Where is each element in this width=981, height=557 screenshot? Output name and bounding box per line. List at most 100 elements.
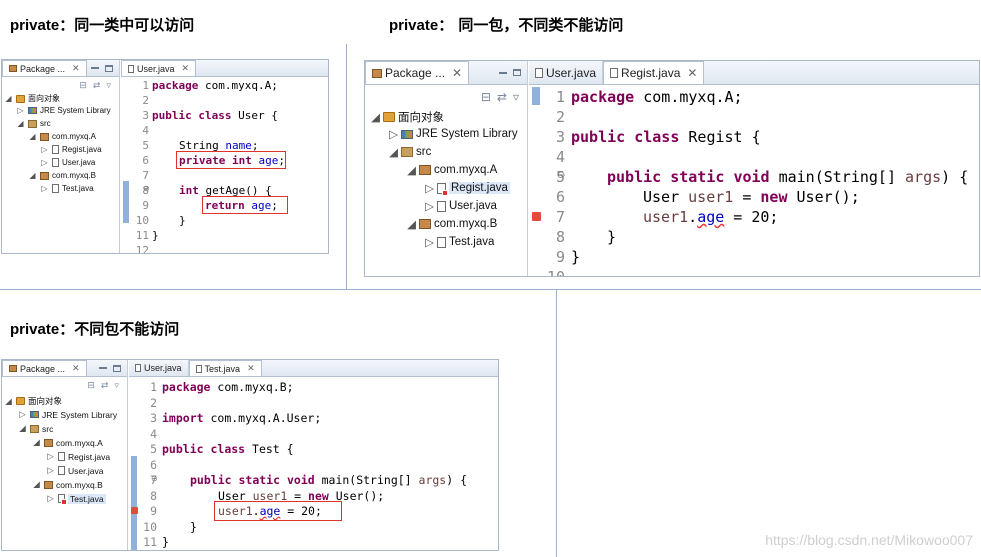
keyword: static [238, 473, 281, 487]
tree-library[interactable]: ▷ JRE System Library [16, 106, 110, 115]
link-editor-icon[interactable]: ⇄ [93, 81, 101, 91]
collapse-icon[interactable]: ▷ [18, 409, 27, 420]
expand-icon[interactable]: ◢ [18, 423, 27, 434]
tree-file-regist[interactable]: ▷ Regist.java [46, 451, 110, 462]
expand-icon[interactable]: ◢ [4, 94, 13, 103]
tab-user-java[interactable]: User.java ✕ [121, 60, 197, 76]
close-icon[interactable]: ✕ [182, 63, 190, 74]
expand-icon[interactable]: ◢ [28, 171, 37, 180]
tree-package-a[interactable]: ◢ com.myxq.A [407, 163, 497, 177]
tree-src[interactable]: ◢ src [18, 423, 53, 434]
tab-package-explorer[interactable]: Package ... ✕ [365, 61, 470, 84]
collapse-icon[interactable]: ▷ [40, 184, 49, 193]
expand-icon[interactable]: ◢ [28, 132, 37, 141]
line-number: 6 [142, 154, 149, 167]
tree-package-b[interactable]: ◢ com.myxq.B [32, 479, 103, 490]
close-icon[interactable]: ✕ [452, 66, 462, 80]
collapse-icon[interactable]: ▷ [46, 493, 55, 504]
close-icon[interactable]: ✕ [72, 363, 80, 374]
collapse-all-icon[interactable]: ⊟ [481, 90, 491, 104]
tree-src[interactable]: ◢ src [389, 145, 431, 159]
line-number: 4 [142, 124, 149, 137]
tree-library[interactable]: ▷ JRE System Library [18, 409, 117, 420]
fold-icon[interactable]: ⊖ [143, 184, 150, 193]
code-editor[interactable]: 1 2 3 4 5 6 7 8 9 10 ⊖ package com.myxq.… [529, 85, 979, 276]
view-menu-icon[interactable]: ▿ [106, 81, 111, 91]
tree-file-user[interactable]: ▷ User.java [46, 465, 103, 476]
tree-src[interactable]: ◢ src [16, 119, 50, 128]
collapse-icon[interactable]: ▷ [389, 127, 398, 141]
tree-file-test[interactable]: ▷ Test.java [40, 184, 94, 193]
tree-package-a[interactable]: ◢ com.myxq.A [32, 437, 103, 448]
expand-icon[interactable]: ◢ [32, 437, 41, 448]
collapse-icon[interactable]: ▷ [40, 145, 49, 154]
expand-icon[interactable]: ◢ [16, 119, 25, 128]
collapse-icon[interactable]: ▷ [425, 235, 434, 249]
tree-file-user[interactable]: ▷ User.java [425, 199, 497, 213]
project-icon [16, 94, 25, 103]
tree-file-test[interactable]: ▷ Test.java [425, 235, 494, 249]
expand-icon[interactable]: ◢ [407, 163, 416, 177]
tree-file-regist[interactable]: ▷ Regist.java [425, 181, 510, 196]
minimize-icon[interactable] [99, 367, 107, 369]
collapse-icon[interactable]: ▷ [40, 158, 49, 167]
line-number: 2 [150, 395, 157, 410]
code-text: User(); [787, 188, 860, 206]
tab-package-explorer[interactable]: Package ... ✕ [2, 360, 87, 376]
minimize-icon[interactable] [499, 71, 507, 74]
tab-regist-java[interactable]: Regist.java ✕ [603, 61, 705, 84]
keyword: class [198, 109, 232, 122]
tree-file-regist[interactable]: ▷ Regist.java [40, 145, 102, 154]
code-editor[interactable]: 1 2 3 4 5 6 7 8 9 10 11 12 ⊖ package com… [121, 77, 328, 253]
tree-file-user[interactable]: ▷ User.java [40, 158, 95, 167]
collapse-icon[interactable]: ▷ [46, 465, 55, 476]
maximize-icon[interactable] [105, 64, 113, 72]
tree-package-b[interactable]: ◢ com.myxq.B [407, 217, 497, 231]
collapse-icon[interactable]: ▷ [425, 199, 434, 213]
collapse-all-icon[interactable]: ⊟ [87, 381, 95, 391]
code-editor[interactable]: 1 2 3 4 5 6 7 8 9 10 11 ⊖ package com.my… [129, 377, 498, 550]
tree-project[interactable]: ◢ 面向对象 [371, 109, 444, 125]
divider-horizontal [0, 289, 981, 290]
line-number: 1 [150, 380, 157, 394]
maximize-icon[interactable] [113, 364, 121, 372]
collapse-icon[interactable]: ▷ [16, 106, 25, 115]
java-file-icon [437, 182, 448, 196]
expand-icon[interactable]: ◢ [407, 217, 416, 231]
tab-test-java[interactable]: Test.java ✕ [188, 360, 262, 376]
close-icon[interactable]: ✕ [687, 66, 697, 80]
collapse-icon[interactable]: ▷ [46, 451, 55, 462]
expand-icon[interactable]: ◢ [32, 479, 41, 490]
expand-icon[interactable]: ◢ [389, 145, 398, 159]
maximize-icon[interactable] [513, 69, 521, 76]
expand-icon[interactable]: ◢ [4, 396, 13, 407]
tree-package-b[interactable]: ◢ com.myxq.B [28, 171, 96, 180]
close-icon[interactable]: ✕ [247, 363, 255, 374]
fold-icon[interactable]: ⊖ [151, 474, 158, 483]
tree-package-a[interactable]: ◢ com.myxq.A [28, 132, 96, 141]
view-menu-icon[interactable]: ▿ [114, 381, 119, 391]
link-editor-icon[interactable]: ⇄ [101, 381, 109, 391]
tree-library[interactable]: ▷ JRE System Library [389, 127, 518, 141]
code-line-10: } [190, 520, 197, 534]
line-number: 6 [555, 188, 565, 206]
fold-icon[interactable]: ⊖ [557, 170, 565, 181]
tab-user-java[interactable]: User.java [529, 61, 604, 84]
code-text: = 20; [724, 208, 779, 226]
view-menu-icon[interactable]: ▿ [513, 90, 519, 104]
java-file-icon [135, 364, 141, 372]
tab-package-explorer[interactable]: Package ... ✕ [2, 60, 87, 76]
keyword: public [190, 473, 232, 487]
tab-user-java[interactable]: User.java [129, 360, 189, 376]
collapse-icon[interactable]: ▷ [425, 181, 434, 195]
close-icon[interactable]: ✕ [72, 63, 80, 74]
tree-file-test[interactable]: ▷ Test.java [46, 493, 106, 505]
tree-project[interactable]: ◢ 面向对象 [4, 93, 60, 104]
tree-project[interactable]: ◢ 面向对象 [4, 395, 62, 407]
link-editor-icon[interactable]: ⇄ [497, 90, 507, 104]
collapse-all-icon[interactable]: ⊟ [79, 81, 87, 91]
minimize-icon[interactable] [91, 67, 99, 69]
line-number: 11 [135, 229, 149, 242]
code-line-5: public static void main(String[] args) { [607, 168, 968, 186]
expand-icon[interactable]: ◢ [371, 110, 380, 124]
